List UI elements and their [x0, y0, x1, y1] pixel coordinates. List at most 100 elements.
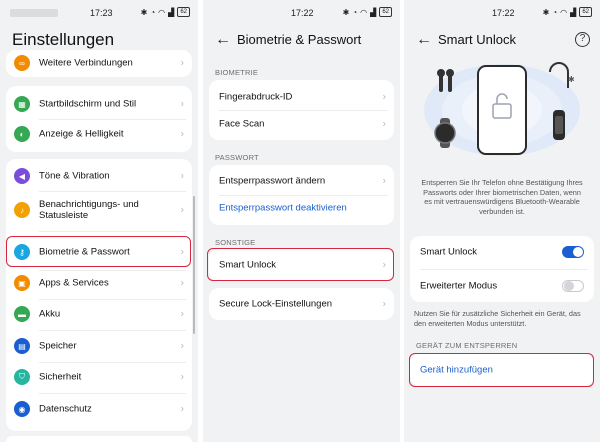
smart-unlock-panel: 17:22 ✱ ◔ ◠ ▟ 62 ← Smart Unlock ? ✱ Ents… [404, 0, 600, 442]
settings-card: ∞ Weitere Verbindungen › [6, 50, 192, 77]
signal-icon: ▟ [168, 7, 175, 17]
settings-item-toene[interactable]: ◀ Töne & Vibration › [6, 161, 192, 191]
chevron-right-icon: › [382, 91, 386, 103]
disable-password-link[interactable]: Entsperrpasswort deaktivieren [209, 193, 394, 223]
page-title: Einstellungen [12, 30, 115, 49]
chevron-right-icon: › [180, 204, 184, 216]
settings-item-startbildschirm[interactable]: ▦ Startbildschirm und Stil › [6, 89, 192, 119]
wifi-icon: ◠ [560, 7, 568, 17]
toggle-knob [564, 281, 574, 291]
settings-card: Fingerabdruck-ID › Face Scan › [209, 80, 394, 140]
settings-item-smart-unlock[interactable]: Smart Unlock › [209, 250, 394, 280]
storage-icon: ▤ [14, 338, 30, 354]
settings-item-secure-lock[interactable]: Secure Lock-Einstellungen › [209, 289, 394, 319]
back-arrow-icon[interactable]: ← [215, 31, 231, 49]
settings-item-anzeige[interactable]: ◐ Anzeige & Helligkeit › [6, 119, 192, 149]
smart-unlock-row: Smart Unlock [410, 237, 594, 267]
settings-card: Gerät hinzufügen [410, 354, 594, 386]
chevron-right-icon: › [180, 170, 184, 182]
smart-unlock-illustration: ✱ [424, 62, 580, 156]
chevron-right-icon: › [382, 298, 386, 310]
section-header-device: GERÄT ZUM ENTSPERREN [416, 341, 518, 350]
settings-item-change-password[interactable]: Entsperrpasswort ändern › [209, 166, 394, 196]
smart-unlock-toggle[interactable] [562, 246, 584, 258]
section-header-sonstige: SONSTIGE [215, 238, 256, 247]
page-title: Biometrie & Passwort [237, 32, 362, 47]
advanced-mode-note: Nutzen Sie für zusätzliche Sicherheit ei… [414, 309, 581, 328]
help-icon[interactable]: ? [575, 32, 590, 47]
chevron-right-icon: › [180, 128, 184, 140]
divider [39, 231, 186, 232]
signal-icon: ▟ [370, 7, 377, 17]
volume-icon: ◀ [14, 168, 30, 184]
biometrie-panel: 17:22 ✱ ◔ ◠ ▟ 62 ← Biometrie & Passwort … [203, 0, 400, 442]
chevron-right-icon: › [180, 403, 184, 415]
bluetooth-icon: ✱ [542, 7, 550, 17]
settings-item-akku[interactable]: ▬ Akku › [6, 299, 192, 329]
carrier-text-blurred [10, 9, 58, 17]
settings-item-biometrie[interactable]: ⚷ Biometrie & Passwort › [6, 237, 192, 267]
status-icons: ✱ ◔ ◠ ▟ 62 [343, 7, 392, 17]
chevron-right-icon: › [382, 118, 386, 130]
chevron-right-icon: › [180, 57, 184, 69]
shield-icon: ⛉ [14, 369, 30, 385]
settings-item-sicherheit[interactable]: ⛉ Sicherheit › [6, 362, 192, 392]
page-header: ← Biometrie & Passwort [203, 30, 400, 50]
alarm-icon: ◔ [552, 7, 558, 17]
status-icons: ✱ ◔ ◠ ▟ 62 [141, 7, 190, 17]
section-header-biometrie: BIOMETRIE [215, 68, 259, 77]
back-arrow-icon[interactable]: ← [416, 31, 432, 49]
wifi-icon: ◠ [158, 7, 166, 17]
settings-card: Secure Lock-Einstellungen › [209, 288, 394, 320]
settings-item-speicher[interactable]: ▤ Speicher › [6, 331, 192, 361]
chevron-right-icon: › [382, 259, 386, 271]
settings-item-datenschutz[interactable]: ◉ Datenschutz › [6, 394, 192, 424]
home-screen-icon: ▦ [14, 96, 30, 112]
page-header: ← Smart Unlock ? [404, 30, 600, 50]
chevron-right-icon: › [180, 277, 184, 289]
advanced-mode-toggle[interactable] [562, 280, 584, 292]
wifi-icon: ◠ [360, 7, 368, 17]
battery-indicator: 62 [379, 7, 392, 17]
add-device-button[interactable]: Gerät hinzufügen [410, 355, 594, 385]
settings-card: Smart Unlock Erweiterter Modus [410, 236, 594, 302]
settings-card: Smart Unlock › [209, 249, 394, 281]
status-bar: 17:22 ✱ ◔ ◠ ▟ 62 [404, 6, 600, 20]
page-title: Smart Unlock [438, 32, 517, 47]
brightness-icon: ◐ [14, 126, 30, 142]
chevron-right-icon: › [180, 340, 184, 352]
divider [39, 191, 186, 192]
battery-indicator: 62 [177, 7, 190, 17]
alarm-icon: ◔ [150, 7, 156, 17]
key-icon: ⚷ [14, 244, 30, 260]
status-icons: ✱ ◔ ◠ ▟ 62 [543, 7, 592, 17]
toggle-knob [573, 247, 583, 257]
settings-card: ◀ Töne & Vibration › ♪ Benachrichtigungs… [6, 159, 192, 431]
privacy-icon: ◉ [14, 401, 30, 417]
status-time: 17:23 [90, 8, 113, 18]
divider [420, 269, 588, 270]
alarm-icon: ◔ [352, 7, 358, 17]
settings-item-weitere-verbindungen[interactable]: ∞ Weitere Verbindungen › [6, 48, 192, 78]
battery-icon: ▬ [14, 306, 30, 322]
bell-icon: ♪ [14, 202, 30, 218]
chevron-right-icon: › [180, 98, 184, 110]
scrollbar[interactable] [193, 196, 195, 334]
phone-illustration [477, 65, 527, 155]
status-bar: 17:23 ✱ ◔ ◠ ▟ 62 [0, 6, 198, 20]
settings-item-fingerprint[interactable]: Fingerabdruck-ID › [209, 82, 394, 112]
chevron-right-icon: › [180, 308, 184, 320]
advanced-mode-row: Erweiterter Modus [410, 271, 594, 301]
bluetooth-icon: ✱ [342, 7, 350, 17]
bluetooth-icon: ✱ [568, 75, 575, 84]
bluetooth-icon: ✱ [140, 7, 148, 17]
settings-item-benachrichtigungen[interactable]: ♪ Benachrichtigungs- und Statusleiste › [6, 193, 192, 227]
chevron-right-icon: › [180, 371, 184, 383]
signal-icon: ▟ [570, 7, 577, 17]
chevron-right-icon: › [382, 175, 386, 187]
description-text: Entsperren Sie Ihr Telefon ohne Bestätig… [421, 178, 583, 216]
settings-item-face-scan[interactable]: Face Scan › [209, 109, 394, 139]
settings-card: Entsperrpasswort ändern › Entsperrpasswo… [209, 165, 394, 225]
settings-item-apps[interactable]: ▣ Apps & Services › [6, 268, 192, 298]
chevron-right-icon: › [180, 246, 184, 258]
